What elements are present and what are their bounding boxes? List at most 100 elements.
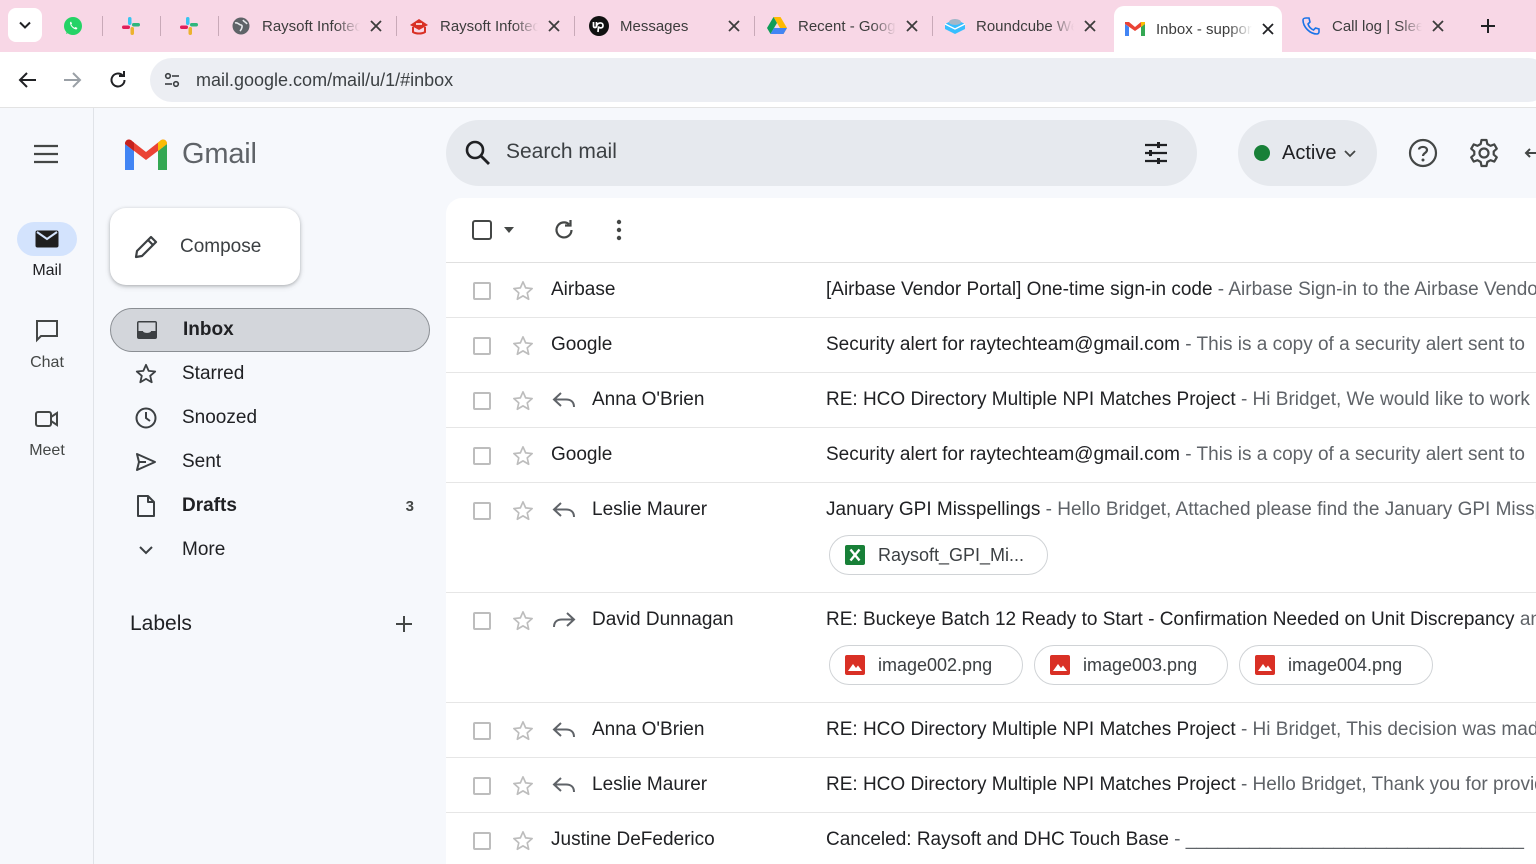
email-row[interactable]: Airbase [Airbase Vendor Portal] One-time… [446,263,1536,318]
select-all-checkbox[interactable] [472,218,492,242]
tab-call-log[interactable]: Call log | Sleek [1300,6,1452,46]
row-checkbox[interactable] [473,502,491,520]
sidebar-item-more[interactable]: More [110,528,430,572]
reload-button[interactable] [102,64,134,96]
more-options-button[interactable] [616,218,622,242]
image-file-icon [1049,654,1071,676]
star-icon[interactable] [512,280,534,302]
list-toolbar [446,198,1536,263]
attachment-chip[interactable]: image004.png [1239,645,1433,685]
tab-messages[interactable]: Messages [588,6,748,46]
settings-button[interactable] [1467,136,1501,170]
close-icon[interactable] [1080,16,1100,36]
refresh-button[interactable] [553,218,575,242]
email-subject: [Airbase Vendor Portal] One-time sign-in… [826,279,1213,300]
email-row[interactable]: Anna O'Brien RE: HCO Directory Multiple … [446,703,1536,758]
close-icon[interactable] [544,16,564,36]
create-label-button[interactable] [392,612,416,636]
attachment-chip[interactable]: image002.png [829,645,1023,685]
attachment-chip[interactable]: Raysoft_GPI_Mi... [829,535,1048,575]
email-subject-line: RE: HCO Directory Multiple NPI Matches P… [826,719,1536,741]
email-row[interactable]: Justine DeFederico Canceled: Raysoft and… [446,813,1536,864]
row-checkbox[interactable] [473,832,491,850]
search-icon[interactable] [464,139,492,167]
row-checkbox[interactable] [473,392,491,410]
email-subject: Security alert for raytechteam@gmail.com [826,334,1181,355]
status-dot [1254,145,1270,161]
row-checkbox[interactable] [473,612,491,630]
star-icon[interactable] [512,830,534,852]
row-checkbox[interactable] [473,282,491,300]
slack-icon [120,15,142,37]
site-info-icon[interactable] [160,68,184,92]
address-bar[interactable]: mail.google.com/mail/u/1/#inbox [150,58,1536,102]
tab-slack-1[interactable] [120,6,146,46]
rail-item-mail[interactable]: Mail [0,222,94,280]
rail-item-chat[interactable]: Chat [0,314,94,372]
gmail-logo[interactable]: Gmail [124,138,257,171]
status-selector[interactable]: Active [1238,120,1377,186]
new-tab-button[interactable] [1474,12,1502,40]
chat-icon [17,314,77,348]
rail-item-label: Chat [30,354,64,371]
sidebar-item-drafts[interactable]: Drafts 3 [110,484,430,528]
side-panel-toggle[interactable] [1520,136,1536,170]
tab-search-button[interactable] [8,8,42,42]
email-subject-line: [Airbase Vendor Portal] One-time sign-in… [826,279,1536,301]
sidebar-item-label: Drafts [182,495,237,516]
main-menu-button[interactable] [22,136,70,172]
sidebar-item-snoozed[interactable]: Snoozed [110,396,430,440]
browser-tab-strip: Raysoft Infotech Raysoft Infotech Messag… [0,0,1536,52]
sidebar-item-starred[interactable]: Starred [110,352,430,396]
tab-gmail-inbox[interactable]: Inbox - support [1114,6,1282,52]
tab-raysoft-1[interactable]: Raysoft Infotech [230,6,390,46]
tab-whatsapp[interactable] [62,6,88,46]
star-icon [134,362,158,386]
close-icon[interactable] [724,16,744,36]
select-menu-button[interactable] [503,218,515,242]
tab-roundcube[interactable]: Roundcube Webmail [944,6,1104,46]
forward-button[interactable] [56,64,88,96]
compose-button[interactable]: Compose [110,208,300,285]
hamburger-icon [34,144,58,164]
tab-separator [160,16,161,36]
email-row[interactable]: Leslie Maurer RE: HCO Directory Multiple… [446,758,1536,813]
email-subject-line: Canceled: Raysoft and DHC Touch Base - _… [826,829,1524,851]
tab-separator [574,16,575,36]
star-icon[interactable] [512,500,534,522]
labels-heading: Labels [130,612,192,635]
sidebar-item-sent[interactable]: Sent [110,440,430,484]
sidebar-item-inbox[interactable]: Inbox [110,308,430,352]
email-row[interactable]: Leslie Maurer January GPI Misspellings -… [446,483,1536,593]
close-icon[interactable] [366,16,386,36]
star-icon[interactable] [512,445,534,467]
arrow-left-icon [18,72,36,88]
rail-item-meet[interactable]: Meet [0,402,94,460]
row-checkbox[interactable] [473,337,491,355]
plus-icon [396,616,412,632]
row-checkbox[interactable] [473,722,491,740]
row-checkbox[interactable] [473,777,491,795]
star-icon[interactable] [512,335,534,357]
email-row[interactable]: Anna O'Brien RE: HCO Directory Multiple … [446,373,1536,428]
star-icon[interactable] [512,775,534,797]
email-row[interactable]: David Dunnagan RE: Buckeye Batch 12 Read… [446,593,1536,703]
email-row[interactable]: Google Security alert for raytechteam@gm… [446,428,1536,483]
star-icon[interactable] [512,610,534,632]
star-icon[interactable] [512,390,534,412]
tab-raysoft-2[interactable]: Raysoft Infotech [408,6,568,46]
help-button[interactable] [1406,136,1440,170]
search-bar[interactable]: Search mail [446,120,1197,186]
star-icon[interactable] [512,720,534,742]
attachment-chip[interactable]: image003.png [1034,645,1228,685]
close-icon[interactable] [1428,16,1448,36]
tab-google-drive[interactable]: Recent - Google Drive [766,6,926,46]
close-icon[interactable] [902,16,922,36]
back-button[interactable] [12,64,44,96]
search-input[interactable]: Search mail [506,140,617,164]
close-icon[interactable] [1258,19,1278,39]
tab-slack-2[interactable] [178,6,204,46]
email-row[interactable]: Google Security alert for raytechteam@gm… [446,318,1536,373]
search-options-icon[interactable] [1142,139,1170,167]
row-checkbox[interactable] [473,447,491,465]
